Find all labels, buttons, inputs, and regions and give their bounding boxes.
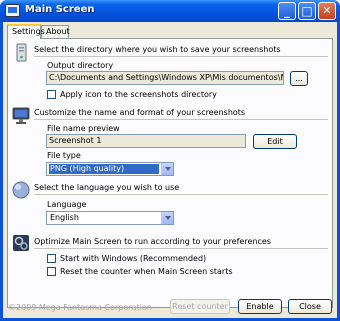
file-type-value: PNG (High quality) xyxy=(49,164,159,174)
maximize-button[interactable]: □ xyxy=(298,2,316,20)
reset-counter-label: Reset the counter when Main Screen start… xyxy=(60,267,233,276)
browse-button[interactable]: ... xyxy=(290,71,308,86)
screenshot-app-icon xyxy=(5,4,20,17)
tab-settings[interactable]: Settings xyxy=(7,24,45,39)
output-directory-label: Output directory xyxy=(47,61,114,70)
apply-icon-checkbox[interactable] xyxy=(47,90,56,99)
title-bar[interactable]: Main Screen _ □ ✕ xyxy=(0,0,340,22)
minimize-button[interactable]: _ xyxy=(278,2,296,20)
language-section-heading: Select the language you wish to use xyxy=(34,183,180,192)
language-select[interactable]: English xyxy=(46,211,174,225)
window-title: Main Screen xyxy=(25,4,95,15)
enable-button[interactable]: Enable xyxy=(238,299,282,314)
main-window: Main Screen _ □ ✕ Settings About Select … xyxy=(0,0,340,321)
reset-counter-checkbox[interactable] xyxy=(47,267,56,276)
name-section-divider xyxy=(34,119,328,120)
optimize-section-heading: Optimize Main Screen to run according to… xyxy=(34,237,271,246)
chevron-down-icon[interactable] xyxy=(161,163,173,175)
tab-about[interactable]: About xyxy=(41,25,70,38)
apply-icon-label: Apply icon to the screenshots directory xyxy=(60,90,217,99)
close-button[interactable]: Close xyxy=(288,299,332,314)
edit-button[interactable]: Edit xyxy=(253,134,297,149)
save-section-divider xyxy=(34,56,328,57)
save-section-heading: Select the directory where you wish to s… xyxy=(34,45,281,54)
file-name-preview-field[interactable]: Screenshot 1 xyxy=(46,134,246,148)
language-section-divider xyxy=(34,194,328,195)
chevron-down-icon[interactable] xyxy=(161,212,173,224)
file-name-preview-label: File name preview xyxy=(47,124,120,133)
output-directory-field[interactable]: C:\Documents and Settings\Windows XP\Mis… xyxy=(46,71,284,85)
file-type-label: File type xyxy=(47,151,81,160)
computer-tower-icon xyxy=(16,43,27,62)
start-with-windows-checkbox[interactable] xyxy=(47,254,56,263)
monitor-icon xyxy=(12,107,30,124)
reset-counter-button[interactable]: Reset counter xyxy=(170,299,230,314)
close-window-button[interactable]: ✕ xyxy=(318,2,336,20)
optimize-section-divider xyxy=(34,248,328,249)
window-client-area: Settings About Select the directory wher… xyxy=(3,22,337,318)
file-type-select[interactable]: PNG (High quality) xyxy=(46,162,174,176)
copyright-text: ©2009 Mega Fantasma Corporation xyxy=(8,303,152,312)
name-section-heading: Customize the name and format of your sc… xyxy=(34,108,246,117)
start-with-windows-label: Start with Windows (Recommended) xyxy=(60,254,207,263)
settings-panel: Select the directory where you wish to s… xyxy=(7,38,333,308)
language-value: English xyxy=(50,213,79,222)
language-label: Language xyxy=(47,200,87,209)
globe-icon xyxy=(12,181,30,199)
gears-icon xyxy=(13,235,29,251)
